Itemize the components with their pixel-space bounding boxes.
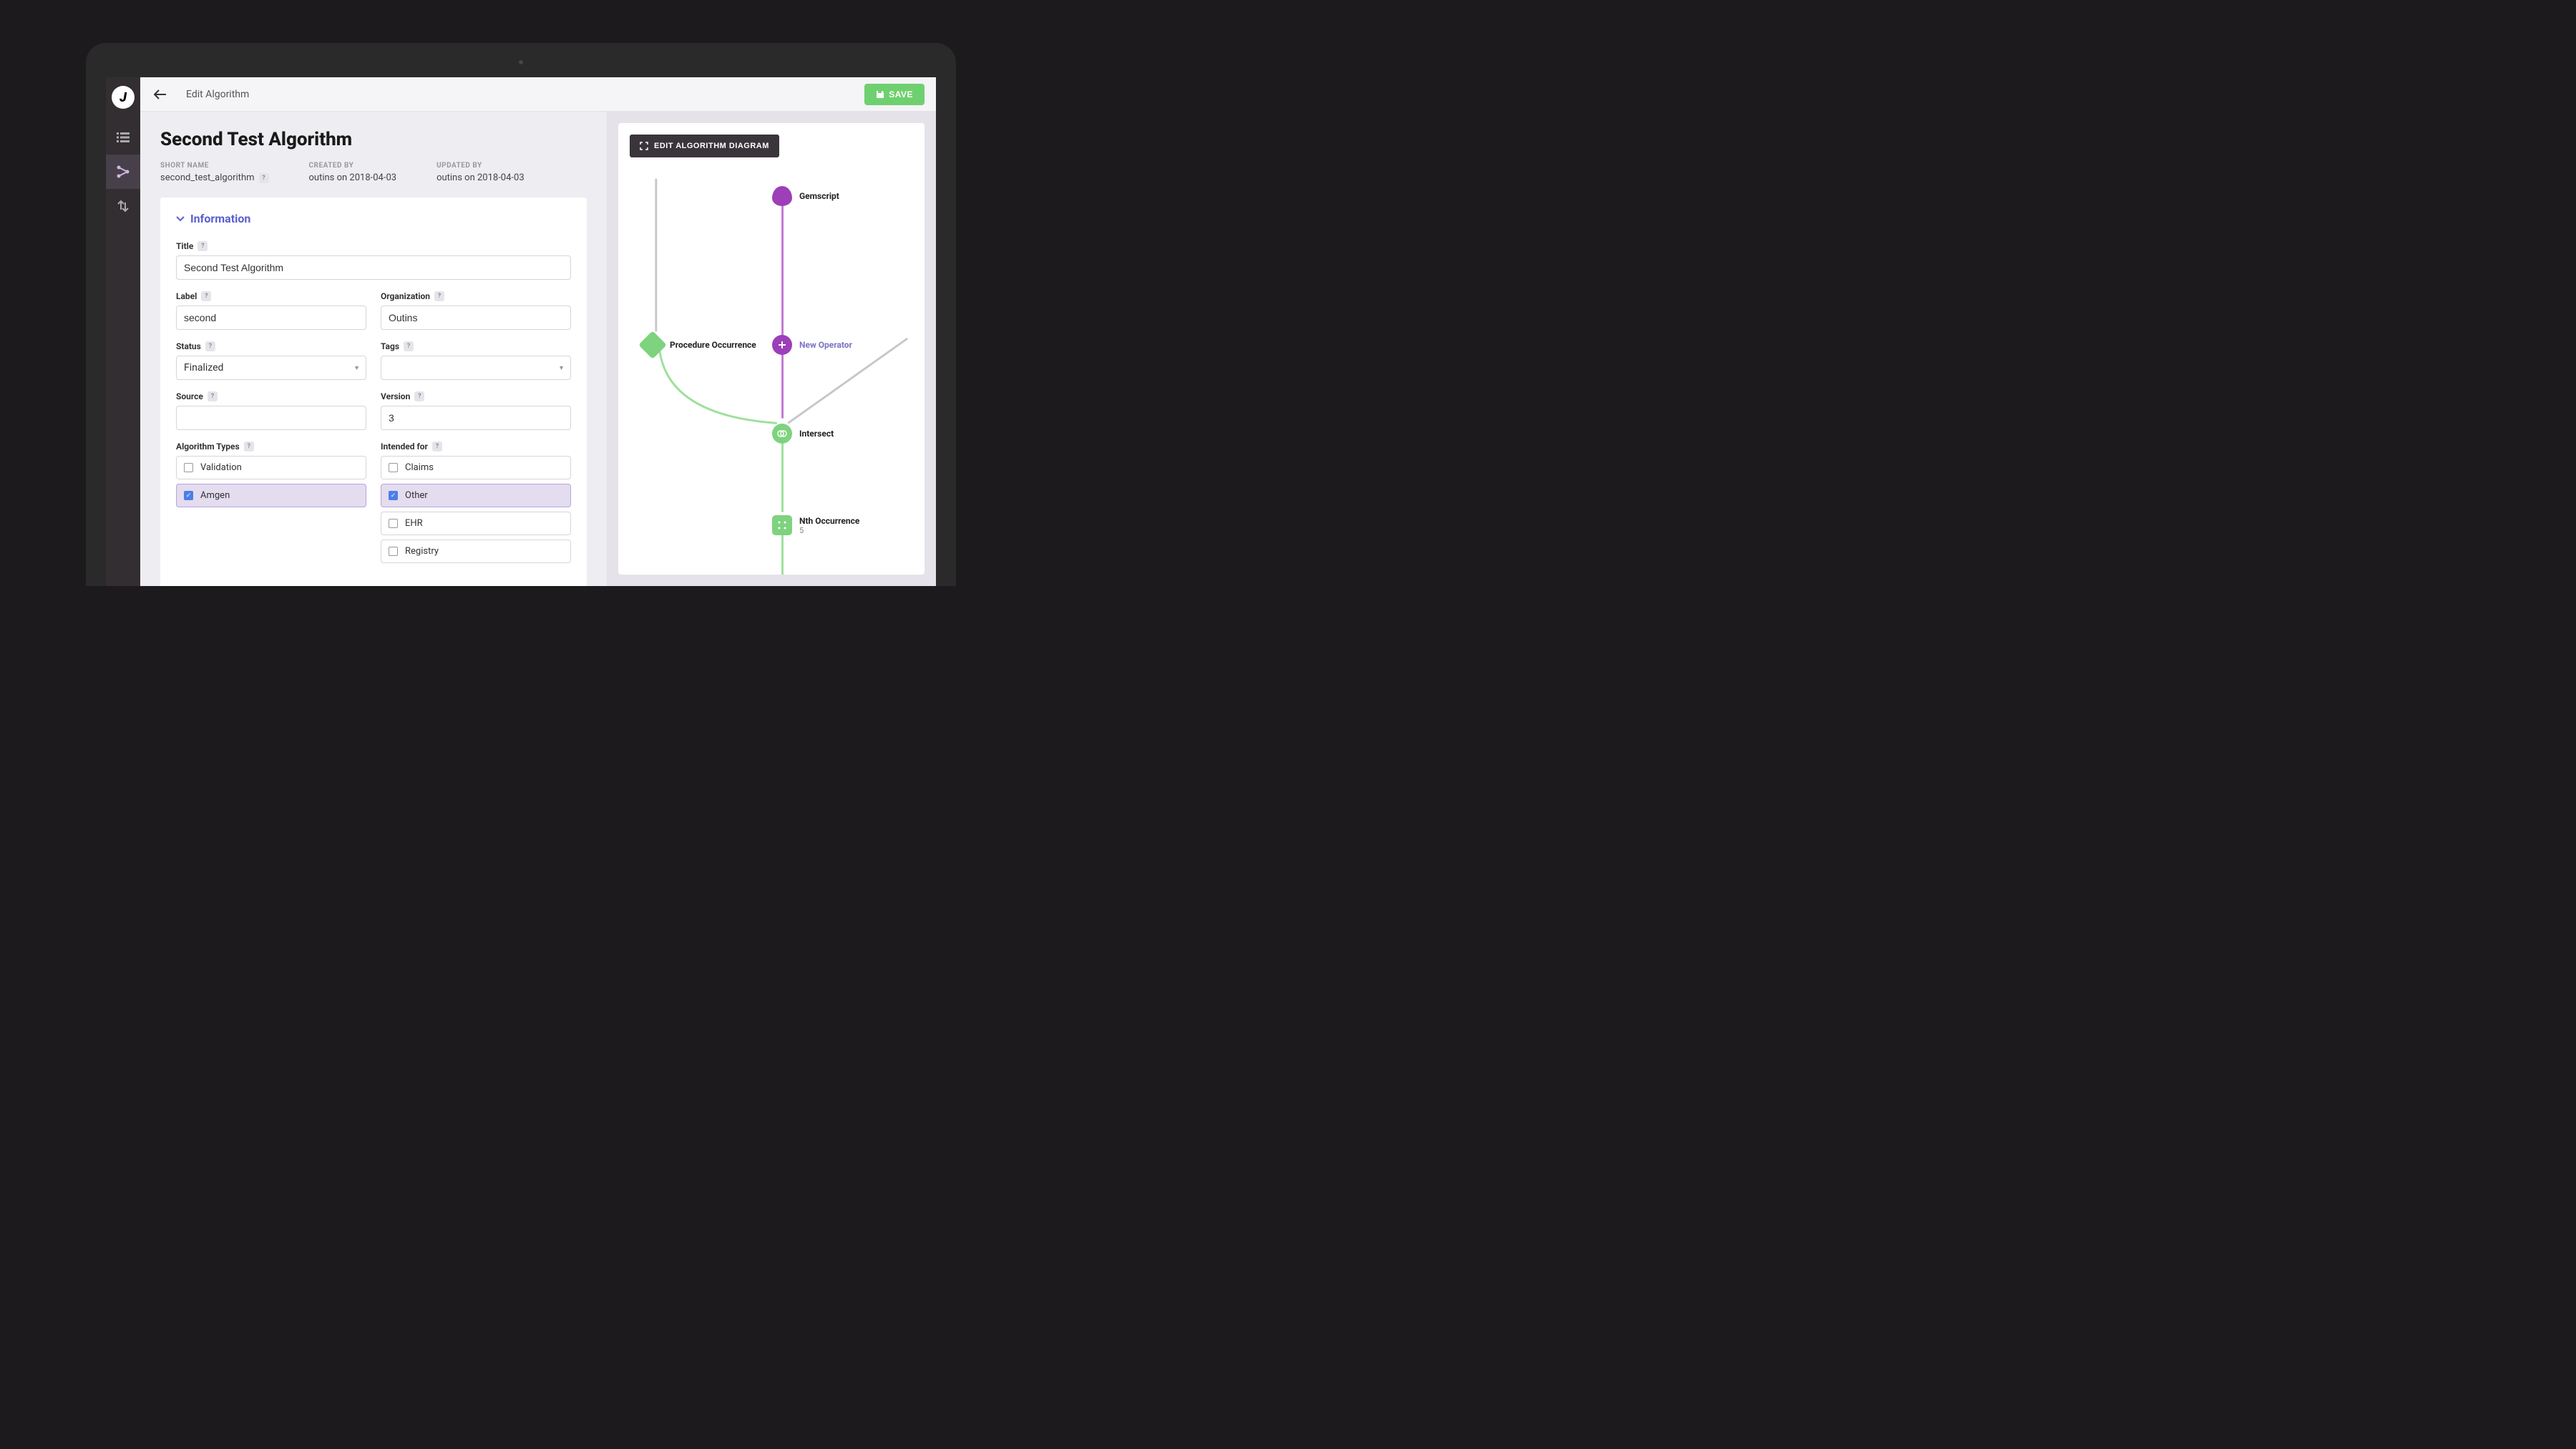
field-intended-for-label: Intended for xyxy=(381,441,428,452)
diagram-node-intersect[interactable]: Intersect xyxy=(772,424,834,444)
check-label: Other xyxy=(405,490,428,501)
help-icon[interactable]: ? xyxy=(432,441,442,452)
label-input[interactable] xyxy=(176,306,366,330)
help-icon[interactable]: ? xyxy=(414,391,424,401)
sidebar-item-algorithm[interactable] xyxy=(106,155,140,189)
status-select[interactable]: Finalized ▼ xyxy=(176,356,366,380)
caret-down-icon: ▼ xyxy=(558,364,565,372)
app-sidebar: J xyxy=(106,77,140,586)
help-icon[interactable]: ? xyxy=(404,341,414,351)
procedure-icon xyxy=(638,331,667,359)
meta-short-name-value: second_test_algorithm xyxy=(160,172,255,183)
sidebar-item-list[interactable] xyxy=(106,120,140,155)
help-icon[interactable]: ? xyxy=(205,341,215,351)
form-panel: Second Test Algorithm SHORT NAME second_… xyxy=(140,112,607,586)
check-label: Amgen xyxy=(200,490,230,501)
arrow-left-icon xyxy=(154,89,167,99)
help-icon[interactable]: ? xyxy=(434,291,444,301)
caret-down-icon: ▼ xyxy=(353,364,360,372)
swap-icon xyxy=(117,200,129,213)
top-bar: Edit Algorithm SAVE xyxy=(140,77,936,112)
expand-icon xyxy=(640,142,648,150)
field-status-label: Status xyxy=(176,341,201,351)
source-input[interactable] xyxy=(176,406,366,430)
algorithm-type-option[interactable]: Validation xyxy=(176,456,366,479)
list-icon xyxy=(117,132,130,142)
breadcrumb: Edit Algorithm xyxy=(186,89,249,100)
field-algorithm-types-label: Algorithm Types xyxy=(176,441,240,452)
intended-for-option[interactable]: Registry xyxy=(381,540,571,563)
meta-short-name-label: SHORT NAME xyxy=(160,162,269,170)
checkbox-icon: ✓ xyxy=(184,491,193,500)
meta-created-by-label: CREATED BY xyxy=(309,162,397,170)
diagram-node-procedure[interactable]: Procedure Occurrence xyxy=(643,335,756,355)
help-icon[interactable]: ? xyxy=(259,173,269,183)
help-icon[interactable]: ? xyxy=(208,391,218,401)
branch-icon xyxy=(116,165,130,178)
field-title-label: Title xyxy=(176,241,193,251)
help-icon[interactable]: ? xyxy=(197,241,208,251)
chevron-down-icon xyxy=(176,216,185,222)
help-icon[interactable]: ? xyxy=(201,291,211,301)
diagram-node-nth[interactable]: Nth Occurrence 5 xyxy=(772,515,859,535)
field-organization-label: Organization xyxy=(381,291,430,301)
plus-icon xyxy=(772,335,792,355)
diagram-node-new-operator[interactable]: New Operator xyxy=(772,335,852,355)
save-button[interactable]: SAVE xyxy=(864,84,924,105)
checkbox-icon xyxy=(389,519,398,528)
check-label: Registry xyxy=(405,546,439,557)
title-input[interactable] xyxy=(176,255,571,280)
section-information-header[interactable]: Information xyxy=(176,212,571,225)
intended-for-option[interactable]: ✓ Other xyxy=(381,484,571,507)
diagram-node-gemscript[interactable]: Gemscript xyxy=(772,186,839,206)
organization-input[interactable] xyxy=(381,306,571,330)
intersect-icon xyxy=(772,424,792,444)
field-tags-label: Tags xyxy=(381,341,399,351)
check-label: Validation xyxy=(200,462,242,473)
checkbox-icon xyxy=(389,547,398,556)
meta-created-by-value: outins on 2018-04-03 xyxy=(309,172,397,183)
meta-updated-by-value: outins on 2018-04-03 xyxy=(436,172,525,183)
check-label: EHR xyxy=(405,518,423,529)
edit-diagram-button[interactable]: EDIT ALGORITHM DIAGRAM xyxy=(630,135,779,157)
help-icon[interactable]: ? xyxy=(244,441,254,452)
check-label: Claims xyxy=(405,462,434,473)
meta-updated-by-label: UPDATED BY xyxy=(436,162,525,170)
field-label-label: Label xyxy=(176,291,197,301)
checkbox-icon xyxy=(184,463,193,472)
diagram-panel: EDIT ALGORITHM DIAGRAM xyxy=(607,112,936,586)
intended-for-option[interactable]: EHR xyxy=(381,512,571,535)
save-icon xyxy=(876,90,884,99)
gemscript-icon xyxy=(772,186,792,206)
algorithm-type-option[interactable]: ✓ Amgen xyxy=(176,484,366,507)
back-button[interactable] xyxy=(152,86,169,103)
nth-icon xyxy=(772,515,792,535)
sidebar-item-transfer[interactable] xyxy=(106,189,140,223)
field-source-label: Source xyxy=(176,391,203,401)
checkbox-icon xyxy=(389,463,398,472)
field-version-label: Version xyxy=(381,391,410,401)
intended-for-option[interactable]: Claims xyxy=(381,456,571,479)
page-title: Second Test Algorithm xyxy=(160,129,587,150)
tags-select[interactable]: ▼ xyxy=(381,356,571,380)
app-logo: J xyxy=(112,86,135,109)
checkbox-icon: ✓ xyxy=(389,491,398,500)
version-input[interactable] xyxy=(381,406,571,430)
